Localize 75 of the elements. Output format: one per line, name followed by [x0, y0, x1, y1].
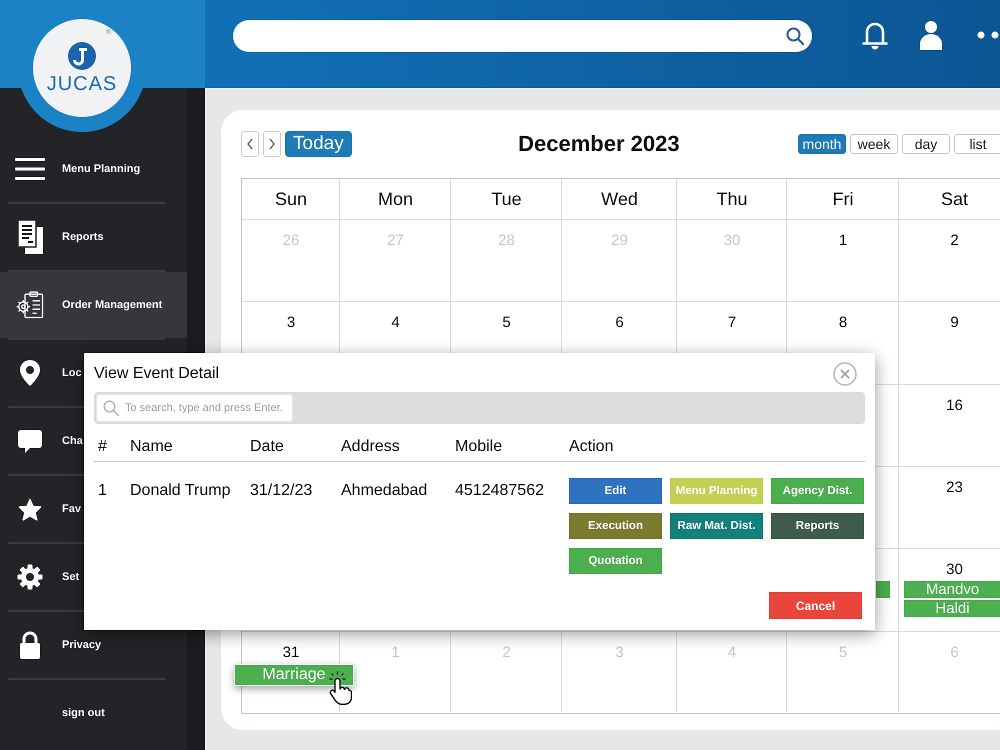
user-icon[interactable]: [920, 20, 942, 50]
search-icon: [103, 400, 119, 416]
day-number: 1: [838, 232, 848, 250]
event-bar[interactable]: [876, 581, 890, 598]
day-number: 8: [838, 314, 848, 332]
close-icon: [833, 362, 857, 386]
cancel-button[interactable]: Cancel: [769, 592, 862, 619]
document-icon: [16, 219, 44, 255]
weekday-header: Mon: [376, 188, 414, 211]
column-header: Name: [130, 438, 174, 456]
logo-text: JUCAS: [46, 73, 118, 95]
more-icon[interactable]: [975, 31, 1000, 39]
day-number: 3: [286, 314, 296, 332]
weekday-header: Thu: [715, 188, 749, 211]
day-number: 5: [502, 314, 511, 332]
action-button[interactable]: Raw Mat. Dist.: [670, 513, 763, 539]
day-number: 6: [615, 314, 624, 332]
location-pin-icon: [19, 359, 41, 387]
chevron-left-icon: [246, 138, 254, 150]
day-number: 30: [946, 561, 963, 580]
chat-bubble-icon: [17, 428, 43, 454]
weekday-header: Sat: [940, 188, 970, 211]
sidebar-item[interactable]: Reports: [0, 204, 106, 270]
chevron-right-icon: [268, 138, 276, 150]
weekday-header: Sun: [274, 188, 308, 211]
weekday-header: Fri: [832, 188, 854, 211]
day-number: 31: [282, 644, 300, 662]
table-cell-text: 4512487562: [455, 481, 545, 501]
sidebar-item[interactable]: sign out: [0, 680, 107, 746]
sidebar-item[interactable]: Menu Planning: [0, 136, 142, 202]
previous-button[interactable]: [241, 131, 259, 157]
table-cell-text: Ahmedabad: [341, 481, 428, 501]
settings-icon: [17, 564, 43, 590]
search-field[interactable]: [233, 20, 812, 52]
logo-icon: [67, 41, 97, 71]
table-cell-text: Donald Trump: [130, 481, 232, 501]
day-number: 16: [946, 396, 963, 415]
calendar-title: December 2023: [517, 131, 681, 157]
lock-icon: [18, 630, 42, 660]
day-number: 4: [391, 314, 400, 332]
day-number: 9: [950, 314, 959, 332]
sidebar-item[interactable]: Set: [0, 544, 82, 610]
action-button[interactable]: Edit: [569, 478, 662, 504]
table-cell-text: 31/12/23: [250, 481, 314, 501]
view-tab[interactable]: month: [798, 134, 846, 154]
column-header: Date: [250, 438, 285, 456]
column-header: #: [98, 438, 108, 456]
menu-icon: [15, 158, 45, 180]
weekday-header: Wed: [600, 188, 639, 211]
search-field[interactable]: To search, type and press Enter.: [96, 394, 293, 422]
column-header: Address: [341, 438, 401, 456]
sidebar-item[interactable]: Cha: [0, 408, 85, 474]
table-cell-text: 1: [98, 481, 108, 501]
close-button[interactable]: [833, 362, 857, 386]
day-number: 23: [946, 479, 963, 497]
view-tab[interactable]: week: [850, 134, 898, 154]
day-number: 2: [950, 232, 959, 250]
view-tab[interactable]: list: [954, 134, 1000, 154]
next-button[interactable]: [263, 131, 281, 157]
column-header: Action: [569, 438, 614, 456]
action-button[interactable]: Execution: [569, 513, 662, 539]
search-icon: [786, 27, 804, 45]
day-number: 7: [728, 314, 736, 332]
dialog-title: View Event Detail: [94, 365, 220, 383]
weekday-header: Tue: [490, 188, 523, 211]
action-button[interactable]: Reports: [771, 513, 864, 539]
sidebar-item[interactable]: Order Management: [0, 272, 187, 338]
column-header: Mobile: [455, 438, 504, 456]
sidebar-item[interactable]: Loc: [0, 340, 84, 406]
view-tab[interactable]: day: [902, 134, 950, 154]
sidebar-item[interactable]: Fav: [0, 476, 83, 542]
star-icon: [18, 498, 42, 520]
sidebar-item[interactable]: Privacy: [0, 612, 104, 678]
today-button[interactable]: Today: [285, 131, 352, 157]
bell-icon[interactable]: [861, 20, 889, 50]
